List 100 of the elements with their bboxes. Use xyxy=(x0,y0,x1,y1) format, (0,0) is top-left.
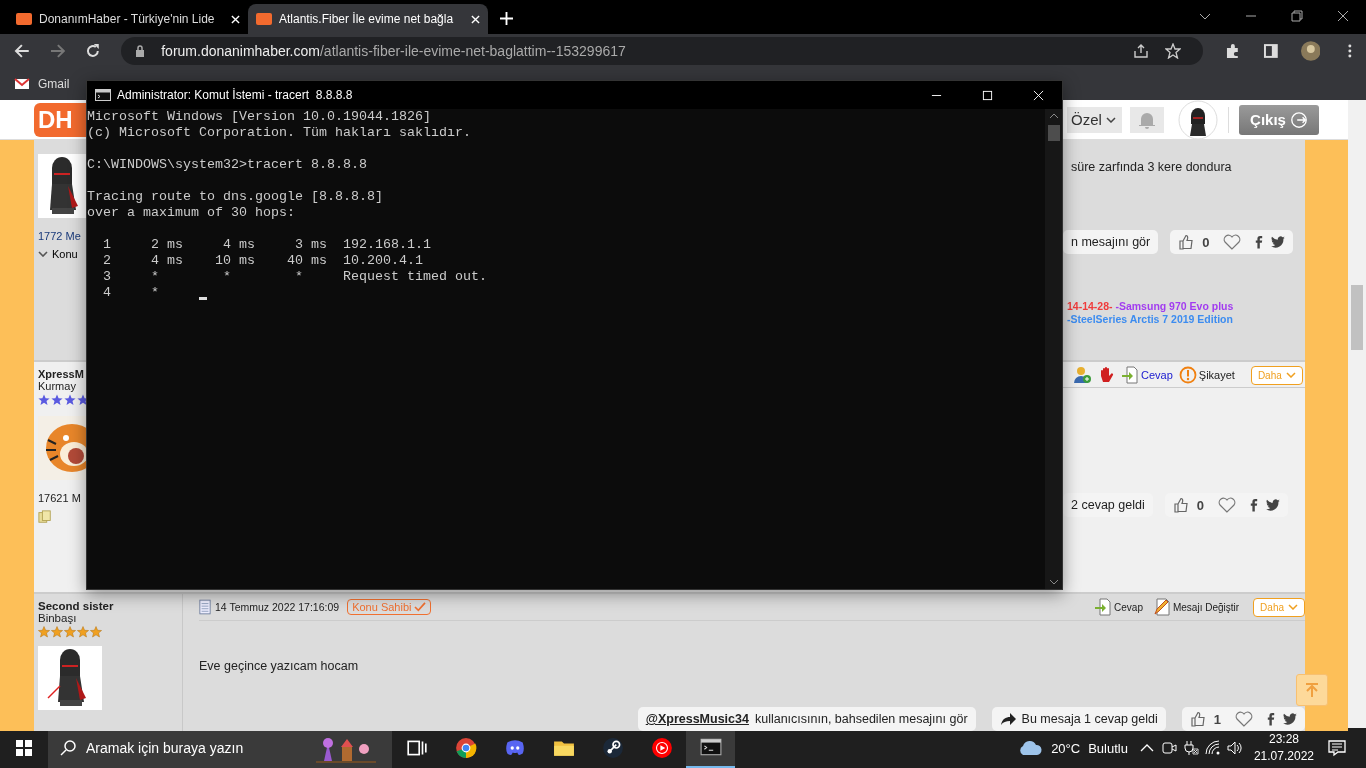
forward-icon[interactable] xyxy=(49,43,66,59)
console-line: 1 2 ms 4 ms 3 ms 192.168.1.1 xyxy=(102,237,432,253)
chevron-down-icon xyxy=(1285,372,1296,378)
console-line: 3 * * * Request timed out. xyxy=(102,269,488,285)
heart-icon[interactable] xyxy=(1217,497,1236,513)
reply-link[interactable]: Cevap xyxy=(1121,366,1173,384)
facebook-icon[interactable] xyxy=(1249,498,1258,512)
back-icon[interactable] xyxy=(14,43,30,59)
add-user-icon[interactable] xyxy=(1073,366,1091,384)
windows-start-icon[interactable] xyxy=(16,740,32,756)
like-count: 1 xyxy=(1213,711,1221,727)
power-plug-icon[interactable] xyxy=(1182,740,1199,756)
new-tab-icon[interactable] xyxy=(500,12,513,25)
clock-date[interactable]: 21.07.2022 xyxy=(1253,748,1314,765)
warning-icon xyxy=(1178,366,1197,384)
share-icon[interactable] xyxy=(1133,43,1150,59)
console-line: (c) Microsoft Corporation. Tüm hakları saklıdır. xyxy=(87,125,472,141)
facebook-icon[interactable] xyxy=(1255,235,1264,249)
replies-link[interactable]: Bu mesaja 1 cevap geldi xyxy=(991,707,1166,731)
cloud-icon[interactable] xyxy=(1017,740,1044,756)
search-field[interactable]: Aramak için buraya yazın xyxy=(84,739,308,757)
console-icon xyxy=(699,736,722,758)
reply-icon xyxy=(1094,598,1113,616)
search-icon xyxy=(60,740,76,756)
like-icon[interactable] xyxy=(1172,497,1189,513)
console-line: 2 4 ms 10 ms 40 ms 10.200.4.1 xyxy=(102,253,424,269)
scrollbar[interactable] xyxy=(1348,100,1366,728)
volume-icon[interactable] xyxy=(1226,740,1243,756)
heart-icon[interactable] xyxy=(1223,234,1242,250)
browser-tab[interactable]: DonanımHaber - Türkiye'nin Lide xyxy=(8,4,248,34)
clock-time[interactable]: 23:28 xyxy=(1268,731,1299,748)
facebook-icon[interactable] xyxy=(1267,712,1275,726)
post-text: Eve geçince yazıcam hocam xyxy=(199,659,360,673)
maximize-icon[interactable] xyxy=(982,89,993,101)
browser-tab[interactable]: Atlantis.Fiber İle evime net bağla xyxy=(248,4,488,34)
reload-icon[interactable] xyxy=(85,43,102,59)
console-line: 4 * xyxy=(87,285,1045,301)
topic-toggle[interactable]: Konu xyxy=(38,248,78,260)
wifi-icon[interactable] xyxy=(1204,740,1221,756)
user-rank: Binbaşı xyxy=(38,612,78,624)
scrollbar[interactable] xyxy=(1045,109,1062,589)
post-date: 14 Temmuz 2022 17:16:09 xyxy=(215,601,340,613)
console-line: over a maximum of 30 hops: xyxy=(87,205,296,221)
puzzle-icon[interactable] xyxy=(1225,43,1241,59)
quote-link[interactable]: @XpressMusic34 kullanıcısının, bahsedilen mesajını gör xyxy=(637,707,976,731)
search-bar[interactable]: Aramak için buraya yazın xyxy=(48,728,392,768)
console-app-icon xyxy=(95,89,111,101)
address-bar[interactable]: forum.donanimhaber.com/atlantis-fiber-ile-evime-net-baglattim--153299617 xyxy=(121,37,1204,65)
quote-link[interactable]: n mesajını gör xyxy=(1063,230,1159,254)
twitter-icon[interactable] xyxy=(1271,236,1286,248)
chevron-down-icon xyxy=(1105,116,1116,123)
twitter-icon[interactable] xyxy=(1283,713,1297,725)
logout-button[interactable]: Çıkış xyxy=(1239,104,1319,135)
menu-dropdown[interactable]: Özel xyxy=(1067,106,1122,133)
reply-link[interactable]: Cevap xyxy=(1094,598,1143,616)
replies-link[interactable]: 2 cevap geldi xyxy=(1063,493,1153,517)
reply-icon xyxy=(1121,366,1139,384)
heart-icon[interactable] xyxy=(1235,711,1253,727)
author-name[interactable]: XpressM xyxy=(38,368,84,380)
post-count: 17621 M xyxy=(38,492,81,504)
weather-condition[interactable]: Bulutlu xyxy=(1088,740,1128,756)
edit-link[interactable]: Mesajı Değiştir xyxy=(1152,598,1240,616)
game-launcher-icon xyxy=(601,737,624,759)
notifications-icon[interactable] xyxy=(1328,739,1346,757)
twitter-icon[interactable] xyxy=(1265,499,1280,511)
like-icon[interactable] xyxy=(1178,234,1195,250)
like-icon[interactable] xyxy=(1189,711,1206,727)
star-icon[interactable] xyxy=(1165,43,1182,59)
camera-icon[interactable] xyxy=(1160,740,1177,756)
text-cursor xyxy=(199,297,207,300)
author-name[interactable]: Second sister xyxy=(38,600,182,612)
close-icon[interactable] xyxy=(1337,10,1349,22)
mail-icon xyxy=(14,78,30,90)
document-icon xyxy=(199,599,211,615)
user-avatar[interactable] xyxy=(1178,99,1218,140)
signature-line: 14-14-28- -Samsung 970 Evo plus xyxy=(1067,300,1234,313)
share-arrow-icon xyxy=(999,712,1016,726)
scrollbar-thumb[interactable] xyxy=(1351,285,1363,350)
lock-icon xyxy=(135,45,146,57)
side-panel-icon[interactable] xyxy=(1262,43,1279,59)
taskbar-button[interactable] xyxy=(686,728,735,768)
topic-owner-badge: Konu Sahibi xyxy=(347,599,432,615)
exit-icon xyxy=(1289,110,1308,129)
user-rank: Kurmay xyxy=(38,380,76,392)
bookmark-link[interactable]: Gmail xyxy=(14,77,70,91)
site-favicon-icon xyxy=(256,13,272,25)
profile-avatar-icon[interactable] xyxy=(1300,41,1321,61)
restore-icon[interactable] xyxy=(1291,10,1303,22)
browser-icon xyxy=(454,737,477,759)
report-link[interactable]: Şikayet xyxy=(1178,366,1235,384)
like-count: 0 xyxy=(1202,234,1210,250)
chevron-down-icon xyxy=(38,251,48,257)
weather-temperature[interactable]: 20°C xyxy=(1051,740,1081,756)
chevron-down-icon[interactable] xyxy=(1048,579,1059,585)
scrollbar-thumb[interactable] xyxy=(1047,125,1060,141)
like-count: 0 xyxy=(1196,497,1204,513)
pencil-icon xyxy=(1152,598,1171,616)
signature-line: -SteelSeries Arctis 7 2019 Edition xyxy=(1067,313,1233,326)
play-icon xyxy=(650,737,673,759)
arrow-up-icon xyxy=(1304,682,1320,698)
